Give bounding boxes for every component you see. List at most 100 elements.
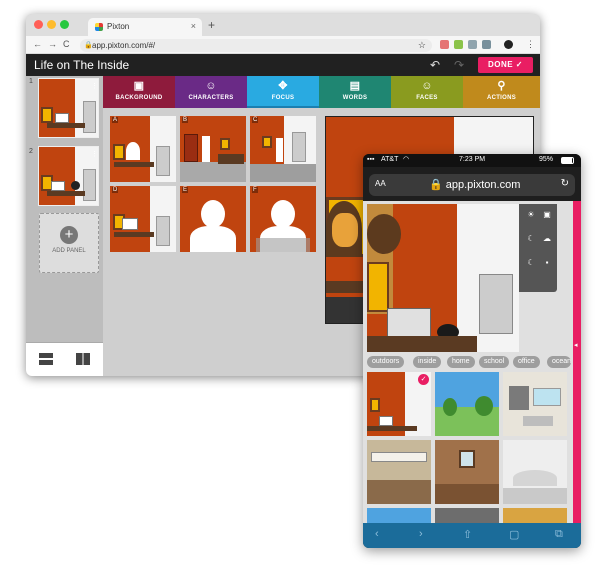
bookmarks-icon[interactable]: ▢ (509, 528, 519, 541)
plus-icon: + (60, 226, 78, 244)
focus-option-b[interactable]: B (180, 116, 246, 182)
tab-label: FOCUS (271, 95, 295, 101)
extension-icon[interactable] (440, 40, 449, 49)
forward-icon[interactable]: → (48, 39, 57, 49)
background-tile[interactable] (435, 508, 499, 523)
focus-option-c[interactable]: C (250, 116, 316, 182)
tab-label: ACTIONS (486, 95, 517, 101)
background-tile[interactable] (367, 508, 431, 523)
tabs-icon[interactable]: ⧉ (555, 528, 563, 541)
address-bar-row: ← → C 🔒 app.pixton.com/#/ ☆ ⋮ (26, 36, 540, 54)
scene-tools: ☀ ▣ ☾ ☁ ☾ ▪ (519, 204, 557, 292)
background-tile[interactable] (435, 440, 499, 504)
background-tile[interactable] (503, 440, 567, 504)
category-chip[interactable]: office (513, 356, 540, 368)
extension-icon[interactable] (482, 40, 491, 49)
focus-option-a[interactable]: A (110, 116, 176, 182)
tab-label: BACKGROUND (115, 95, 163, 101)
strip-view-icon[interactable] (39, 353, 53, 365)
running-figure-icon: ⚲ (497, 80, 506, 92)
done-button[interactable]: DONE ✓ (478, 57, 533, 73)
category-chip[interactable]: home (447, 356, 475, 368)
tab-background[interactable]: ▣ BACKGROUND (103, 76, 175, 108)
option-letter: C (252, 117, 259, 123)
category-chip[interactable]: school (479, 356, 510, 368)
app-header: Life on The Inside ↶ ↷ DONE ✓ (26, 54, 540, 76)
check-icon: ✓ (418, 374, 429, 385)
tab-characters[interactable]: ☺ CHARACTERS (175, 76, 247, 108)
profile-avatar[interactable] (504, 40, 513, 49)
background-tile[interactable] (503, 508, 567, 523)
add-image-icon[interactable]: ▣ (541, 210, 553, 219)
tab-words[interactable]: ▤ WORDS (319, 76, 391, 108)
wifi-icon: ◠ (403, 156, 410, 163)
chevron-left-icon: ◂ (574, 342, 578, 349)
tab-focus[interactable]: ✥ FOCUS (247, 76, 319, 108)
browser-tab[interactable]: Pixton × (88, 18, 202, 36)
clock: 7:23 PM (459, 156, 486, 163)
text-size-button[interactable]: AA (375, 179, 386, 188)
focus-option-d[interactable]: D (110, 186, 176, 252)
maximize-window-icon[interactable] (60, 20, 69, 29)
undo-icon[interactable]: ↶ (430, 58, 440, 72)
image-icon[interactable]: ▪ (541, 258, 553, 267)
smiley-icon: ☺ (205, 80, 217, 92)
url-field[interactable]: AA 🔒 app.pixton.com ↻ (369, 174, 575, 196)
moon-icon[interactable]: ☾ (525, 258, 537, 267)
close-window-icon[interactable] (34, 20, 43, 29)
category-chip[interactable]: ocean (547, 356, 572, 368)
extension-icon[interactable] (454, 40, 463, 49)
extension-icon[interactable] (468, 40, 477, 49)
tab-label: FACES (416, 95, 438, 101)
tab-close-icon[interactable]: × (191, 21, 196, 31)
moon-icon[interactable]: ☾ (525, 234, 537, 243)
panel-collapse-handle[interactable]: ◂ (573, 201, 581, 523)
back-icon[interactable]: ‹ (375, 528, 379, 540)
url-input[interactable]: 🔒 app.pixton.com/#/ ☆ (80, 39, 432, 52)
url-text: 🔒 app.pixton.com (429, 179, 521, 191)
tab-label: WORDS (342, 95, 368, 101)
reload-icon[interactable]: C (63, 39, 70, 49)
face-icon: ☺ (421, 80, 433, 92)
back-icon[interactable]: ← (33, 39, 42, 49)
tab-title: Pixton (107, 22, 130, 31)
minimize-window-icon[interactable] (47, 20, 56, 29)
category-chip[interactable]: outdoors (367, 356, 405, 368)
background-tile[interactable] (435, 372, 499, 436)
tab-faces[interactable]: ☺ FACES (391, 76, 463, 108)
signal-icon: ▪▪▪ (367, 156, 375, 163)
option-letter: E (182, 187, 189, 193)
carrier-label: AT&T (381, 156, 399, 163)
reload-icon[interactable]: ↻ (561, 178, 569, 189)
add-panel-button[interactable]: + ADD PANEL (39, 213, 99, 273)
sun-icon[interactable]: ☀ (525, 210, 537, 219)
tab-actions[interactable]: ⚲ ACTIONS (463, 76, 540, 108)
panel-number: 2 (29, 148, 33, 155)
new-tab-button[interactable]: + (208, 18, 215, 32)
redo-icon[interactable]: ↷ (454, 58, 464, 72)
panel-thumbnail[interactable]: ⋮ (38, 78, 99, 138)
focus-option-e[interactable]: E (180, 186, 246, 252)
browser-menu-icon[interactable]: ⋮ (526, 39, 535, 50)
panel-canvas[interactable] (367, 204, 519, 352)
panel-thumbnail[interactable]: ⋮ (38, 146, 99, 206)
speech-bubble-icon: ▤ (349, 80, 361, 92)
star-icon[interactable]: ☆ (418, 40, 426, 51)
background-tile[interactable] (503, 372, 567, 436)
option-letter: F (252, 187, 258, 193)
background-tile[interactable] (367, 440, 431, 504)
comic-title[interactable]: Life on The Inside (34, 58, 129, 72)
add-panel-label: ADD PANEL (52, 248, 86, 254)
option-letter: B (182, 117, 189, 123)
grid-view-icon[interactable] (76, 353, 90, 365)
share-icon[interactable]: ⇧ (463, 528, 472, 541)
view-switcher (26, 342, 103, 376)
panel-number: 1 (29, 78, 33, 85)
background-tile-selected[interactable]: ✓ (367, 372, 431, 436)
lock-icon: 🔒 (84, 42, 93, 49)
cloud-icon[interactable]: ☁ (541, 234, 553, 243)
forward-icon[interactable]: › (419, 528, 423, 540)
focus-option-f[interactable]: F (250, 186, 316, 252)
category-chip[interactable]: inside (413, 356, 442, 368)
battery-icon (561, 157, 574, 164)
